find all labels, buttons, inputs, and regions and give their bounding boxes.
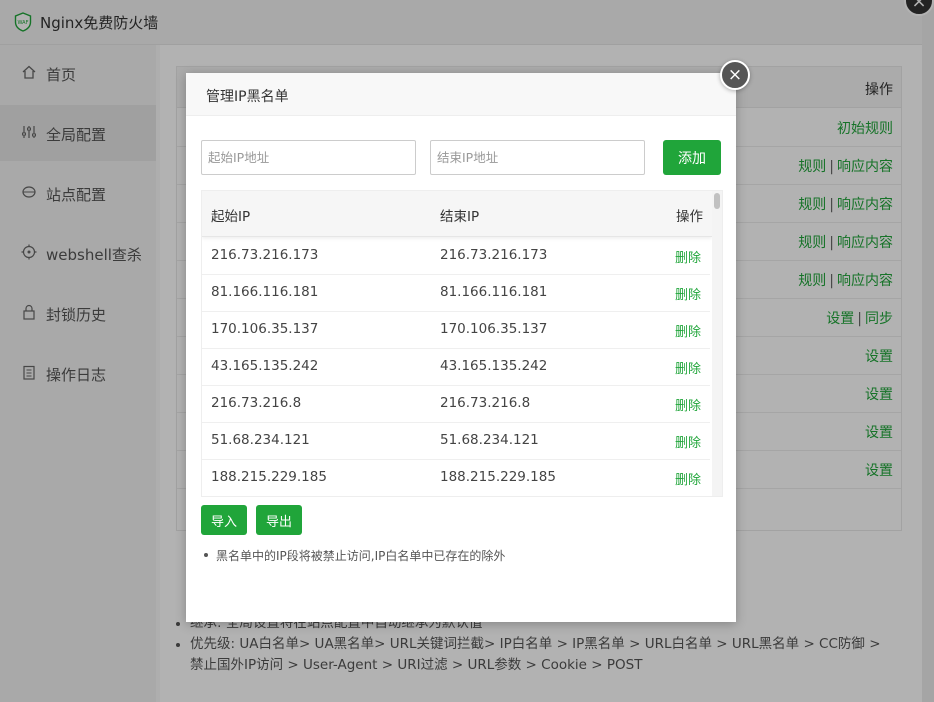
dialog-close-icon[interactable]: × [720, 60, 750, 90]
table-row: 51.68.234.121 51.68.234.121 删除 [202, 422, 710, 460]
delete-link[interactable]: 删除 [675, 321, 701, 340]
delete-link[interactable]: 删除 [675, 284, 701, 303]
end-ip-cell: 188.215.229.185 [440, 469, 556, 485]
table-row: 81.166.116.181 81.166.116.181 删除 [202, 274, 710, 312]
delete-link[interactable]: 删除 [675, 432, 701, 451]
delete-link[interactable]: 删除 [675, 358, 701, 377]
table-row: 170.106.35.137 170.106.35.137 删除 [202, 311, 710, 349]
start-ip-cell: 51.68.234.121 [211, 432, 310, 448]
dialog-tip: 黑名单中的IP段将被禁止访问,IP白名单中已存在的除外 [204, 547, 505, 564]
end-ip-cell: 51.68.234.121 [440, 432, 539, 448]
column-header-end-ip: 结束IP [440, 209, 480, 225]
dialog-title: 管理IP黑名单 [206, 89, 289, 105]
table-row: 216.73.216.173 216.73.216.173 删除 [202, 237, 710, 275]
delete-link[interactable]: 删除 [675, 247, 701, 266]
export-button[interactable]: 导出 [256, 505, 302, 535]
start-ip-cell: 216.73.216.8 [211, 395, 302, 411]
add-button[interactable]: 添加 [663, 140, 721, 175]
start-ip-input[interactable] [201, 140, 416, 175]
end-ip-cell: 81.166.116.181 [440, 284, 548, 300]
column-header-start-ip: 起始IP [211, 209, 251, 225]
delete-link[interactable]: 删除 [675, 395, 701, 414]
scrollbar-thumb[interactable] [714, 193, 720, 209]
start-ip-cell: 170.106.35.137 [211, 321, 319, 337]
start-ip-cell: 188.215.229.185 [211, 469, 327, 485]
end-ip-input[interactable] [430, 140, 645, 175]
ip-blacklist-dialog: 管理IP黑名单 添加 起始IP 结束IP 操作 216.73.216.173 2… [186, 73, 736, 622]
import-button[interactable]: 导入 [201, 505, 247, 535]
start-ip-cell: 81.166.116.181 [211, 284, 319, 300]
start-ip-cell: 43.165.135.242 [211, 358, 319, 374]
table-row: 216.73.216.8 216.73.216.8 删除 [202, 385, 710, 423]
end-ip-cell: 216.73.216.8 [440, 395, 531, 411]
ip-blacklist-table: 起始IP 结束IP 操作 216.73.216.173 216.73.216.1… [201, 190, 723, 497]
column-header-action: 操作 [676, 209, 703, 225]
dialog-header: 管理IP黑名单 [186, 73, 736, 116]
table-scrollbar[interactable] [712, 191, 722, 496]
end-ip-cell: 43.165.135.242 [440, 358, 548, 374]
end-ip-cell: 216.73.216.173 [440, 247, 548, 263]
table-row: 188.215.229.185 188.215.229.185 删除 [202, 459, 710, 496]
start-ip-cell: 216.73.216.173 [211, 247, 319, 263]
table-header: 起始IP 结束IP 操作 [202, 191, 712, 237]
table-row: 43.165.135.242 43.165.135.242 删除 [202, 348, 710, 386]
delete-link[interactable]: 删除 [675, 469, 701, 488]
end-ip-cell: 170.106.35.137 [440, 321, 548, 337]
